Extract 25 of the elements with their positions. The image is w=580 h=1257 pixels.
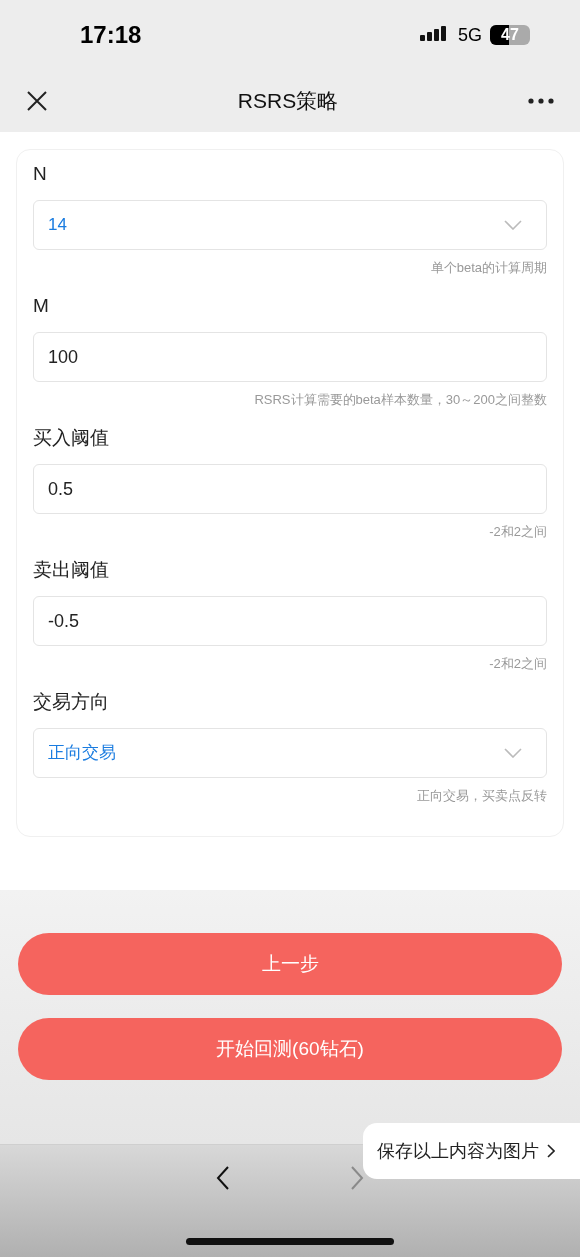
field-hint: 单个beta的计算周期 [430,259,547,278]
select-field[interactable]: 正向交易 [33,728,547,778]
field-label: 买入阈值 [33,425,109,450]
input-field[interactable]: -0.5 [33,596,547,646]
page-title: RSRS策略 [237,88,339,115]
select-field[interactable]: 14 [33,200,547,250]
chevron-down-icon [504,220,522,230]
field-hint: -2和2之间 [489,655,547,674]
field-label: N [33,161,47,186]
chevron-right-icon [547,1144,555,1158]
field-hint: 正向交易，买卖点反转 [417,787,547,806]
more-icon[interactable] [528,98,554,104]
field-label: M [33,293,49,318]
close-icon[interactable] [26,90,48,112]
field-hint: -2和2之间 [489,523,547,542]
input-field[interactable]: 0.5 [33,464,547,514]
status-time: 17:18 [80,20,142,50]
save-as-image-button[interactable]: 保存以上内容为图片 [363,1123,580,1179]
chevron-down-icon [504,748,522,758]
field-label: 卖出阈值 [33,557,109,582]
field-label: 交易方向 [33,689,109,714]
network-label: 5G [458,23,482,47]
input-field[interactable]: 100 [33,332,547,382]
back-icon[interactable] [216,1165,230,1191]
field-hint: RSRS计算需要的beta样本数量，30～200之间整数 [254,391,547,410]
